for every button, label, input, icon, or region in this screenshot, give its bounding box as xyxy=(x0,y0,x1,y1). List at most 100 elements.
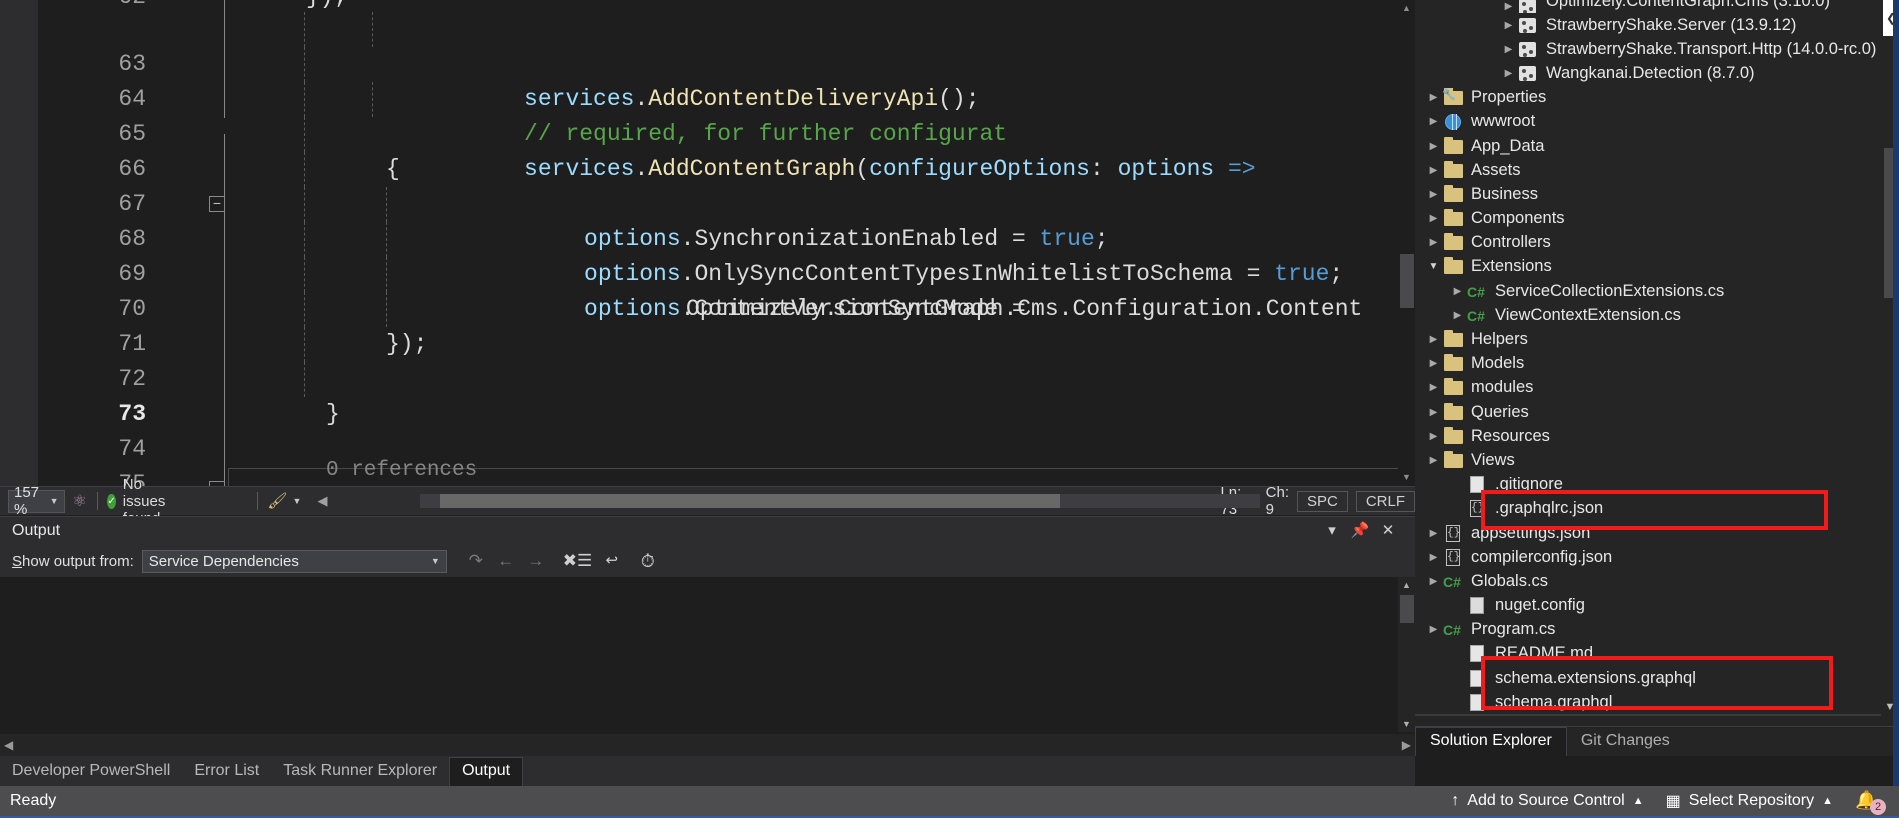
add-to-source-control-button[interactable]: ↑ Add to Source Control ▲ xyxy=(1451,792,1643,810)
code-cleanup-icon[interactable]: 🖌 xyxy=(267,491,287,511)
tree-node-appsettings-json[interactable]: ▶ {} appsettings.json xyxy=(1415,521,1881,545)
chevron-right-icon[interactable]: ▶ xyxy=(1425,431,1442,442)
output-text-area[interactable] xyxy=(0,577,1415,732)
chevron-right-icon[interactable]: ▶ xyxy=(1425,92,1442,103)
chevron-right-icon[interactable]: ▶ xyxy=(1425,455,1442,466)
chevron-right-icon[interactable]: ▶ xyxy=(1425,334,1442,345)
tree-node-startup-cs[interactable]: ▶ C# Startup.cs xyxy=(1415,714,1881,716)
word-wrap-icon[interactable]: ↩ xyxy=(599,549,625,573)
chevron-right-icon[interactable]: ▶ xyxy=(1425,237,1442,248)
tree-node-models[interactable]: ▶ Models xyxy=(1415,352,1881,376)
navigate-forward-icon[interactable]: → xyxy=(523,549,549,573)
scroll-down-button[interactable]: ▼ xyxy=(1398,469,1415,486)
tree-node-schema-extensions-graphql[interactable]: schema.extensions.graphql xyxy=(1415,666,1881,690)
chevron-right-icon[interactable]: ▶ xyxy=(1500,20,1517,31)
tree-node-extensions[interactable]: ▼ Extensions xyxy=(1415,255,1881,279)
tree-node[interactable]: ▶ StrawberryShake.Transport.Http (14.0.0… xyxy=(1415,37,1881,61)
notifications-button[interactable]: 🔔 2 xyxy=(1855,790,1885,812)
zoom-level-combobox[interactable]: 157 % ▼ xyxy=(8,490,65,513)
output-vertical-scrollbar[interactable]: ▲ ▼ xyxy=(1398,577,1415,732)
select-repository-button[interactable]: ▦ Select Repository ▲ xyxy=(1666,791,1833,811)
tree-node-schema-graphql[interactable]: schema.graphql xyxy=(1415,690,1881,714)
output-horizontal-scrollbar[interactable]: ◀ ▶ xyxy=(0,734,1415,756)
chevron-right-icon[interactable]: ▶ xyxy=(1500,44,1517,55)
close-icon[interactable]: ✕ xyxy=(1377,521,1399,541)
scroll-up-button[interactable]: ▲ xyxy=(1398,0,1415,17)
tab-task-runner-explorer[interactable]: Task Runner Explorer xyxy=(271,758,449,786)
chevron-right-icon[interactable]: ▶ xyxy=(1449,286,1466,297)
code-editor[interactable]: 62 }); 63 64 services.AddContentDelivery… xyxy=(0,0,1415,486)
chevron-right-icon[interactable]: ▶ xyxy=(1425,116,1442,127)
chevron-right-icon[interactable]: ▶ xyxy=(1425,189,1442,200)
chevron-right-icon[interactable]: ▶ xyxy=(1425,141,1442,152)
code-surface[interactable]: 62 }); 63 64 services.AddContentDelivery… xyxy=(38,0,1415,486)
chevron-down-icon[interactable]: ▾ xyxy=(1321,521,1343,541)
tree-node[interactable]: ▶ Wangkanai.Detection (8.7.0) xyxy=(1415,61,1881,85)
chevron-right-icon[interactable]: ▶ xyxy=(1500,68,1517,79)
tree-node-properties[interactable]: ▶ Properties xyxy=(1415,86,1881,110)
tree-node-readme-md[interactable]: README.md xyxy=(1415,642,1881,666)
editor-vertical-scrollbar[interactable]: ▲ ▼ xyxy=(1398,0,1415,486)
tree-node-program-cs[interactable]: ▶ C# Program.cs xyxy=(1415,618,1881,642)
scroll-up-button[interactable]: ▲ xyxy=(1398,577,1415,593)
intellicode-icon[interactable]: ⚛ xyxy=(73,491,87,511)
chevron-right-icon[interactable]: ▶ xyxy=(1425,382,1442,393)
chevron-right-icon[interactable]: ▶ xyxy=(1425,165,1442,176)
tree-node-service-collection-extensions[interactable]: ▶ C# ServiceCollectionExtensions.cs xyxy=(1415,279,1881,303)
pin-icon[interactable]: 📌 xyxy=(1349,521,1371,541)
solution-explorer-tabs[interactable]: Solution Explorer Git Changes xyxy=(1415,726,1899,756)
chevron-right-icon[interactable]: ▶ xyxy=(1425,528,1442,539)
tree-node-gitignore[interactable]: .gitignore xyxy=(1415,473,1881,497)
solution-tree[interactable]: ▶ Optimizely.ContentGraph.Cms (3.10.0) ▶… xyxy=(1415,0,1881,716)
chevron-right-icon[interactable]: ▶ xyxy=(1425,358,1442,369)
tree-node-globals-cs[interactable]: ▶ C# Globals.cs xyxy=(1415,569,1881,593)
scroll-left-button[interactable]: ◀ xyxy=(4,738,13,752)
fold-toggle[interactable]: − xyxy=(204,478,234,486)
chevron-right-icon[interactable]: ▶ xyxy=(1425,213,1442,224)
chevron-right-icon[interactable]: ▶ xyxy=(1425,552,1442,563)
scrollbar-thumb[interactable] xyxy=(1400,254,1414,308)
tree-node[interactable]: ▶ StrawberryShake.Server (13.9.12) xyxy=(1415,13,1881,37)
tab-git-changes[interactable]: Git Changes xyxy=(1567,728,1684,756)
clear-pane-icon[interactable]: ✖☰ xyxy=(563,549,589,573)
tree-node-modules[interactable]: ▶ modules xyxy=(1415,376,1881,400)
tree-node[interactable]: ▶ Optimizely.ContentGraph.Cms (3.10.0) xyxy=(1415,0,1881,13)
scrollbar-thumb[interactable] xyxy=(1400,595,1414,623)
chevron-down-icon[interactable]: ▼ xyxy=(1425,261,1442,272)
scroll-right-button[interactable]: ▶ xyxy=(1402,738,1411,752)
tree-node-helpers[interactable]: ▶ Helpers xyxy=(1415,327,1881,351)
tab-error-list[interactable]: Error List xyxy=(182,758,271,786)
editor-horizontal-scrollbar[interactable] xyxy=(420,494,1260,508)
eol-indicator[interactable]: CRLF xyxy=(1356,491,1415,512)
chevron-down-icon[interactable]: ▼ xyxy=(293,496,302,506)
tree-node-business[interactable]: ▶ Business xyxy=(1415,182,1881,206)
tree-node-queries[interactable]: ▶ Queries xyxy=(1415,400,1881,424)
tree-node-wwwroot[interactable]: ▶ wwwroot xyxy=(1415,110,1881,134)
show-timestamp-icon[interactable]: ⏱ xyxy=(635,549,661,573)
tree-node-resources[interactable]: ▶ Resources xyxy=(1415,424,1881,448)
tree-node-views[interactable]: ▶ Views xyxy=(1415,448,1881,472)
tab-developer-powershell[interactable]: Developer PowerShell xyxy=(0,758,182,786)
chevron-right-icon[interactable]: ▶ xyxy=(1425,407,1442,418)
chevron-right-icon[interactable]: ▶ xyxy=(1449,310,1466,321)
tree-node-nuget-config[interactable]: nuget.config xyxy=(1415,594,1881,618)
chevron-right-icon[interactable]: ▶ xyxy=(1425,576,1442,587)
bottom-tool-window-tabs[interactable]: Developer PowerShell Error List Task Run… xyxy=(0,756,1415,786)
navigate-back-icon[interactable]: ← xyxy=(493,549,519,573)
scroll-down-button[interactable]: ▼ xyxy=(1398,716,1415,732)
scrollbar-thumb[interactable] xyxy=(440,494,1060,508)
chevron-right-icon[interactable]: ▶ xyxy=(1425,624,1442,635)
tree-node-view-context-extension[interactable]: ▶ C# ViewContextExtension.cs xyxy=(1415,303,1881,327)
clear-all-icon[interactable]: ↷ xyxy=(463,549,489,573)
output-source-combobox[interactable]: Service Dependencies ▼ xyxy=(142,550,447,573)
chevron-right-icon[interactable]: ▶ xyxy=(1500,1,1517,12)
hscroll-left-arrow[interactable]: ◀ xyxy=(317,493,327,509)
tab-solution-explorer[interactable]: Solution Explorer xyxy=(1415,727,1567,756)
tree-node-compilerconfig-json[interactable]: ▶ {} compilerconfig.json xyxy=(1415,545,1881,569)
tree-node-controllers[interactable]: ▶ Controllers xyxy=(1415,231,1881,255)
tree-node-app-data[interactable]: ▶ App_Data xyxy=(1415,134,1881,158)
tab-output[interactable]: Output xyxy=(449,757,523,786)
tree-node-assets[interactable]: ▶ Assets xyxy=(1415,158,1881,182)
tree-node-components[interactable]: ▶ Components xyxy=(1415,207,1881,231)
spaces-indicator[interactable]: SPC xyxy=(1297,491,1348,512)
